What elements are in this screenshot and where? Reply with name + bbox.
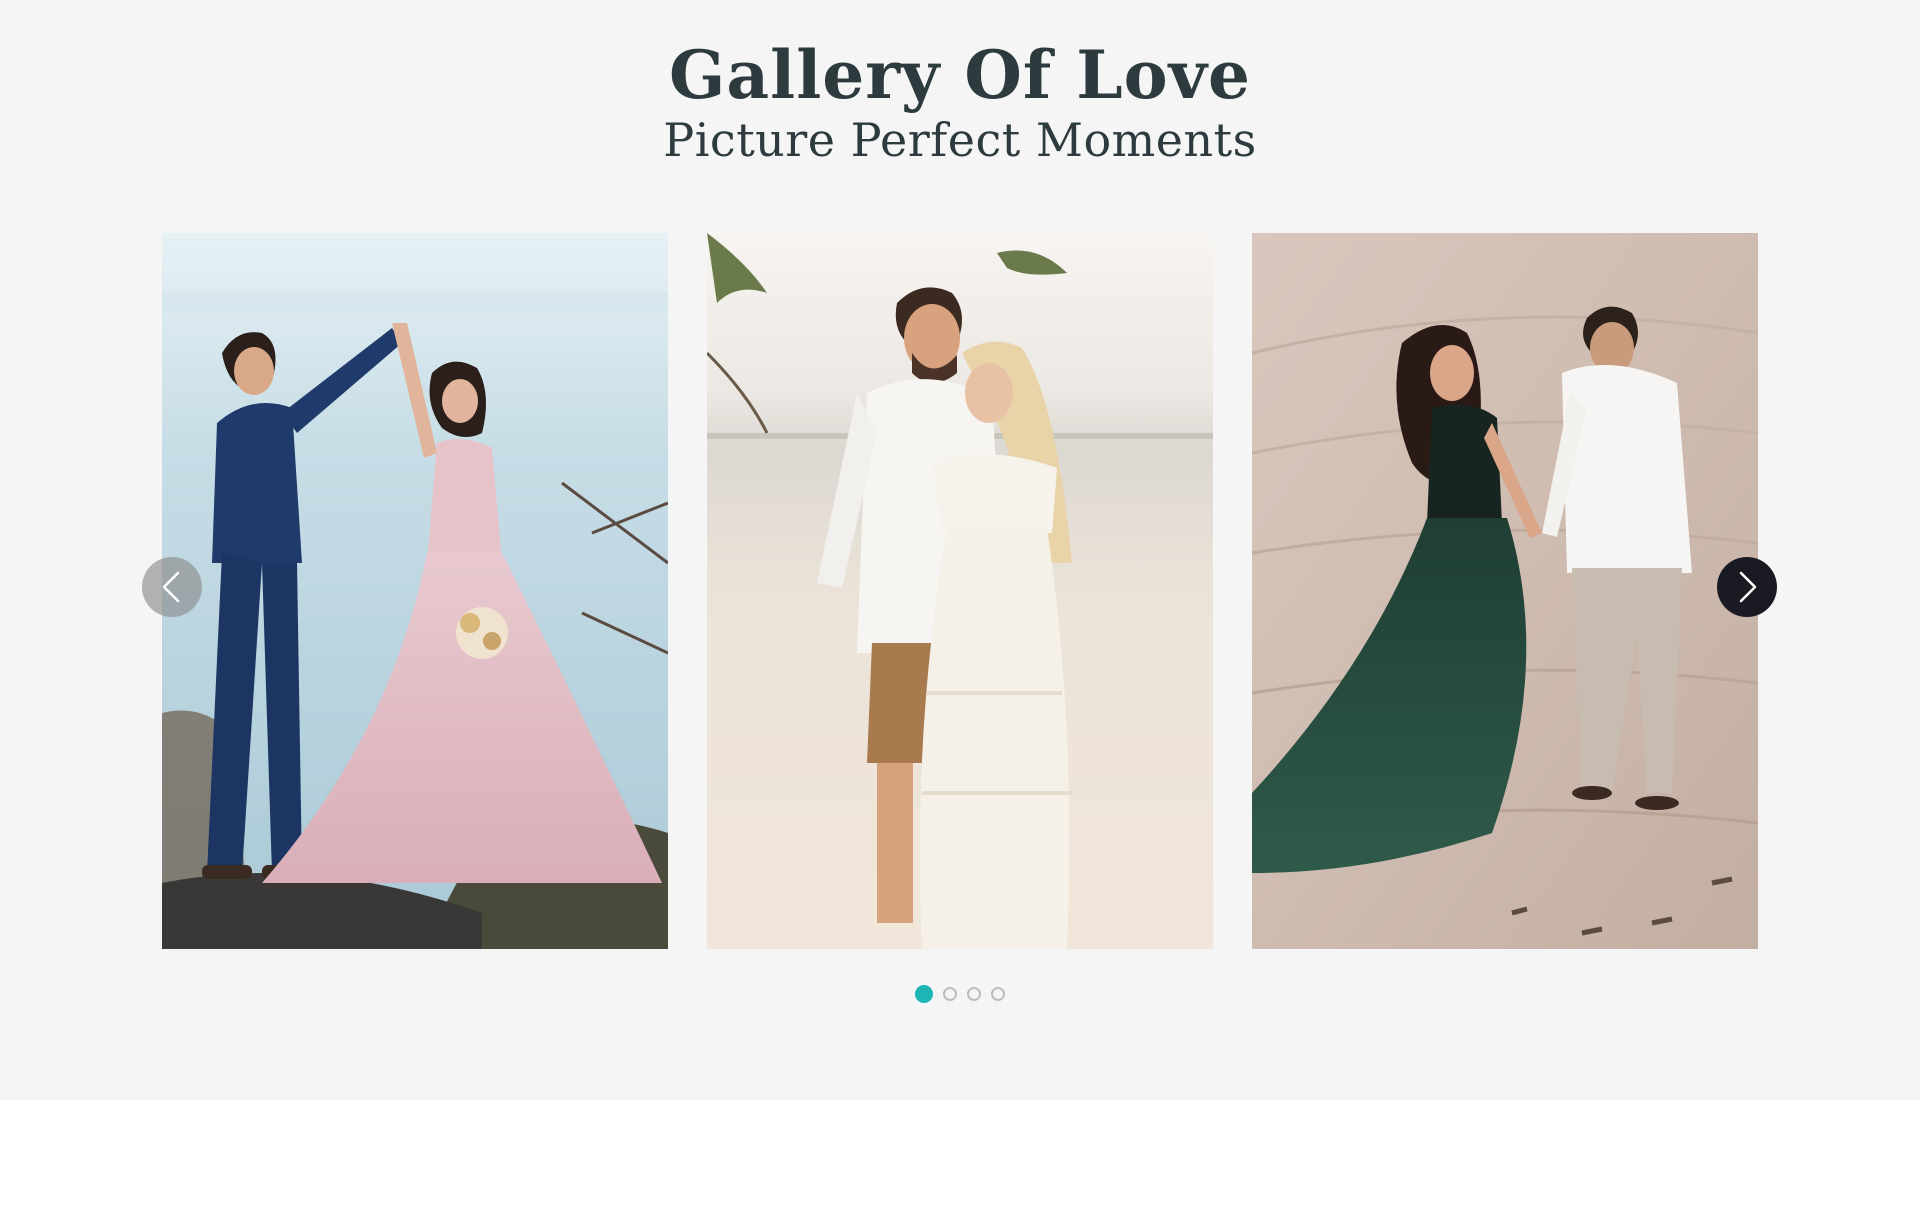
- gallery-subtitle: Picture Perfect Moments: [663, 113, 1257, 167]
- pagination-dot-1[interactable]: [915, 985, 933, 1003]
- gallery-slide-1[interactable]: [162, 233, 668, 949]
- photo-desert-couple: [1252, 233, 1758, 949]
- gallery-section: Gallery Of Love Picture Perfect Moments: [0, 0, 1920, 1100]
- chevron-right-icon: [1739, 571, 1757, 603]
- carousel-pagination: [915, 984, 1005, 1004]
- page-bottom-area: [0, 1100, 1920, 1222]
- photo-seaside-couple: [162, 233, 668, 949]
- pagination-dot-3[interactable]: [967, 987, 981, 1001]
- gallery-slide-3[interactable]: [1252, 233, 1758, 949]
- chevron-left-icon: [162, 571, 180, 603]
- carousel-prev-button[interactable]: [142, 557, 202, 617]
- pagination-dot-2[interactable]: [943, 987, 957, 1001]
- photo-beach-couple: [707, 233, 1213, 949]
- carousel-next-button[interactable]: [1717, 557, 1777, 617]
- gallery-slide-2[interactable]: [707, 233, 1213, 949]
- pagination-dot-4[interactable]: [991, 987, 1005, 1001]
- gallery-title: Gallery Of Love: [669, 36, 1251, 114]
